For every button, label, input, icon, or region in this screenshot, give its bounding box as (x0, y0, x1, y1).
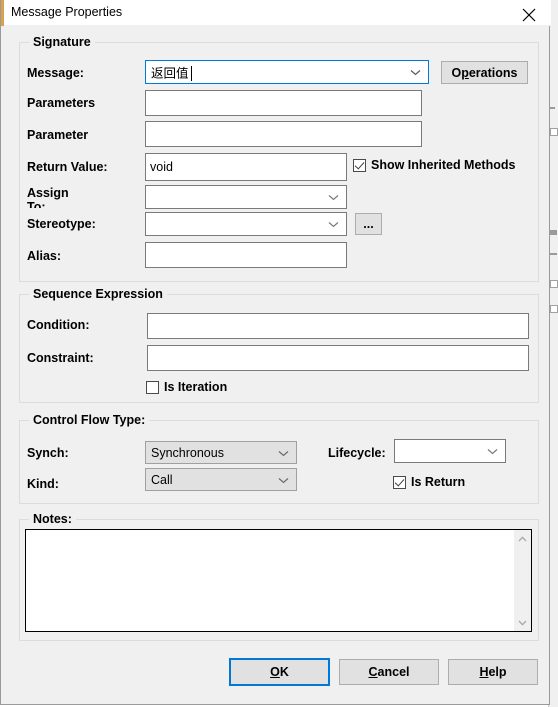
lifecycle-combo[interactable] (394, 439, 506, 463)
ok-button[interactable]: OK (229, 658, 330, 686)
return-value-label: Return Value: (27, 160, 108, 174)
message-properties-dialog: Message Properties Signature Message: 返回… (0, 0, 551, 705)
message-text-caret (191, 66, 192, 81)
kind-combo[interactable]: Call (145, 468, 297, 491)
signature-group-title: Signature (29, 35, 95, 49)
notes-textarea-container (25, 529, 532, 632)
condition-label: Condition: (27, 318, 90, 332)
chevron-down-icon (410, 65, 421, 79)
assign-to-label: Assign To: (27, 186, 69, 208)
assign-to-combo[interactable] (145, 185, 347, 209)
ok-button-label: OK (270, 665, 289, 679)
show-inherited-methods-checkbox[interactable]: Show Inherited Methods (353, 158, 515, 172)
scroll-up-icon[interactable] (514, 530, 531, 547)
cancel-button-label: Cancel (368, 665, 410, 679)
synch-combo[interactable]: Synchronous (145, 441, 297, 464)
is-iteration-checkbox[interactable]: Is Iteration (146, 380, 227, 394)
operations-button[interactable]: Operations (441, 61, 528, 84)
lifecycle-label: Lifecycle: (328, 446, 386, 460)
show-inherited-methods-label: Show Inherited Methods (371, 158, 516, 172)
title-bar: Message Properties (1, 0, 551, 26)
parameter-input[interactable] (145, 121, 422, 147)
sequence-expression-group-title: Sequence Expression (29, 287, 167, 301)
alias-label: Alias: (27, 249, 62, 263)
scroll-down-icon[interactable] (514, 614, 531, 631)
synch-value: Synchronous (151, 445, 224, 460)
control-flow-type-group-title: Control Flow Type: (29, 413, 150, 427)
chevron-down-icon (328, 190, 339, 204)
is-iteration-label: Is Iteration (164, 380, 228, 394)
alias-input[interactable] (145, 242, 347, 268)
is-return-label: Is Return (411, 475, 466, 489)
is-return-checkbox[interactable]: Is Return (393, 475, 465, 489)
parameters-label: Parameters (27, 96, 96, 110)
synch-label: Synch: (27, 446, 69, 460)
chevron-down-icon (278, 446, 289, 460)
constraint-input[interactable] (147, 345, 529, 371)
stereotype-browse-label: ... (363, 217, 374, 231)
checkbox-box (353, 158, 366, 172)
stereotype-combo[interactable] (145, 212, 347, 236)
return-value-input[interactable] (145, 153, 347, 181)
message-combo[interactable]: 返回值 (145, 60, 429, 84)
message-label: Message: (27, 66, 84, 80)
stereotype-browse-button[interactable]: ... (355, 213, 382, 235)
stereotype-label: Stereotype: (27, 217, 96, 231)
parameter-label: Parameter (27, 128, 89, 142)
checkbox-box (393, 475, 406, 489)
help-button-label: Help (479, 665, 507, 679)
chevron-down-icon (278, 473, 289, 487)
kind-value: Call (151, 472, 173, 487)
cancel-button[interactable]: Cancel (339, 659, 439, 685)
condition-input[interactable] (147, 313, 529, 339)
close-icon[interactable] (506, 0, 551, 26)
notes-textarea[interactable] (26, 530, 514, 631)
kind-label: Kind: (27, 477, 59, 491)
operations-button-label: Operations (451, 65, 518, 80)
notes-scrollbar[interactable] (514, 530, 531, 631)
message-value: 返回值 (151, 65, 189, 81)
chevron-down-icon (328, 217, 339, 231)
notes-group-title: Notes: (29, 512, 76, 526)
window-title: Message Properties (11, 5, 123, 19)
chevron-down-icon (487, 444, 498, 458)
constraint-label: Constraint: (27, 351, 94, 365)
title-bar-accent (1, 0, 4, 26)
parameters-input[interactable] (145, 90, 422, 116)
help-button[interactable]: Help (448, 659, 538, 685)
checkbox-box (146, 380, 159, 394)
